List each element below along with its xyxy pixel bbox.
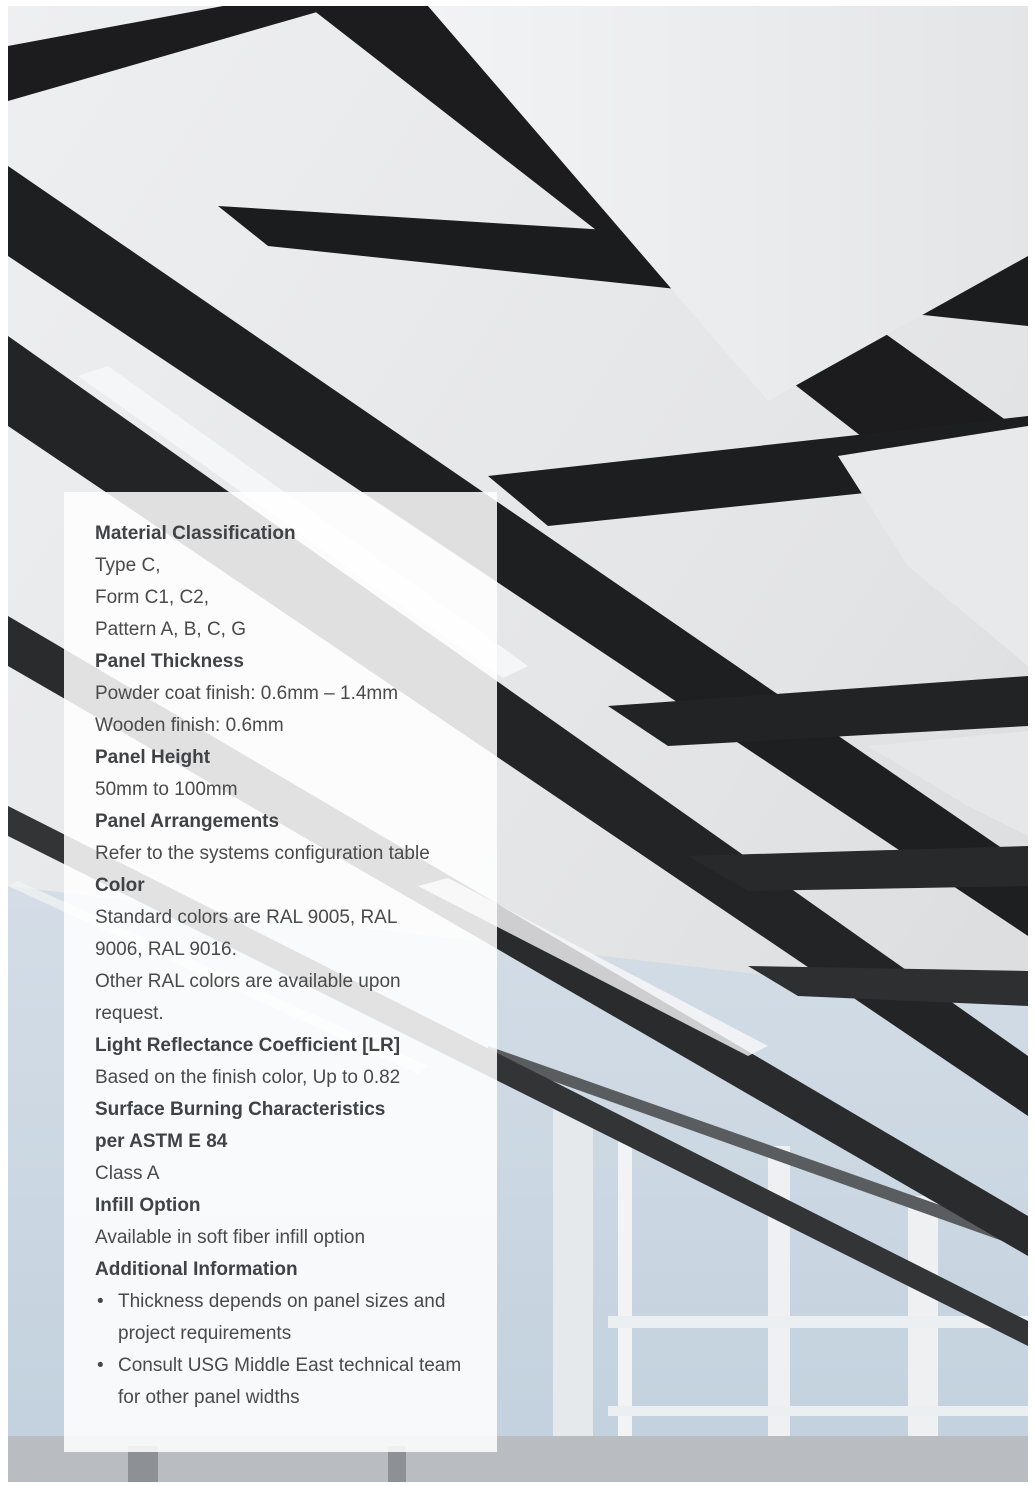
panel-arrangements-heading: Panel Arrangements (95, 811, 280, 832)
surface-burning-heading: Surface Burning Characteristics (95, 1099, 386, 1120)
list-item-text: Thickness depends on panel sizes and pro… (118, 1291, 446, 1344)
panel-height-value: 50mm to 100mm (95, 779, 238, 800)
infill-option-value: Available in soft fiber infill option (95, 1227, 366, 1248)
material-type: Type C, (95, 555, 161, 576)
brochure-page: Material Classification Type C, Form C1,… (8, 6, 1028, 1482)
additional-information-list: • Thickness depends on panel sizes and p… (95, 1286, 471, 1414)
panel-thickness-heading: Panel Thickness (95, 651, 244, 672)
material-classification-heading: Material Classification (95, 523, 296, 544)
panel-arrangements-value: Refer to the systems configuration table (95, 843, 430, 864)
additional-information-heading: Additional Information (95, 1259, 298, 1280)
bullet-icon: • (97, 1291, 104, 1312)
surface-burning-value: Class A (95, 1163, 160, 1184)
list-item: • Consult USG Middle East technical team… (95, 1350, 471, 1414)
light-reflectance-heading: Light Reflectance Coefficient [LR] (95, 1035, 401, 1056)
thickness-powder-coat: Powder coat finish: 0.6mm – 1.4mm (95, 683, 399, 704)
surface-burning-heading-standard: per ASTM E 84 (95, 1131, 228, 1152)
list-item: • Thickness depends on panel sizes and p… (95, 1286, 471, 1350)
list-item-text: Consult USG Middle East technical team f… (118, 1355, 462, 1408)
light-reflectance-value: Based on the finish color, Up to 0.82 (95, 1067, 401, 1088)
material-form: Form C1, C2, (95, 587, 210, 608)
color-heading: Color (95, 875, 145, 896)
infill-option-heading: Infill Option (95, 1195, 201, 1216)
bullet-icon: • (97, 1355, 104, 1376)
color-standard: Standard colors are RAL 9005, RAL 9006, … (95, 907, 397, 960)
color-other: Other RAL colors are available upon requ… (95, 971, 401, 1024)
thickness-wooden: Wooden finish: 0.6mm (95, 715, 284, 736)
panel-height-heading: Panel Height (95, 747, 211, 768)
spec-panel: Material Classification Type C, Form C1,… (64, 492, 497, 1452)
material-pattern: Pattern A, B, C, G (95, 619, 247, 640)
